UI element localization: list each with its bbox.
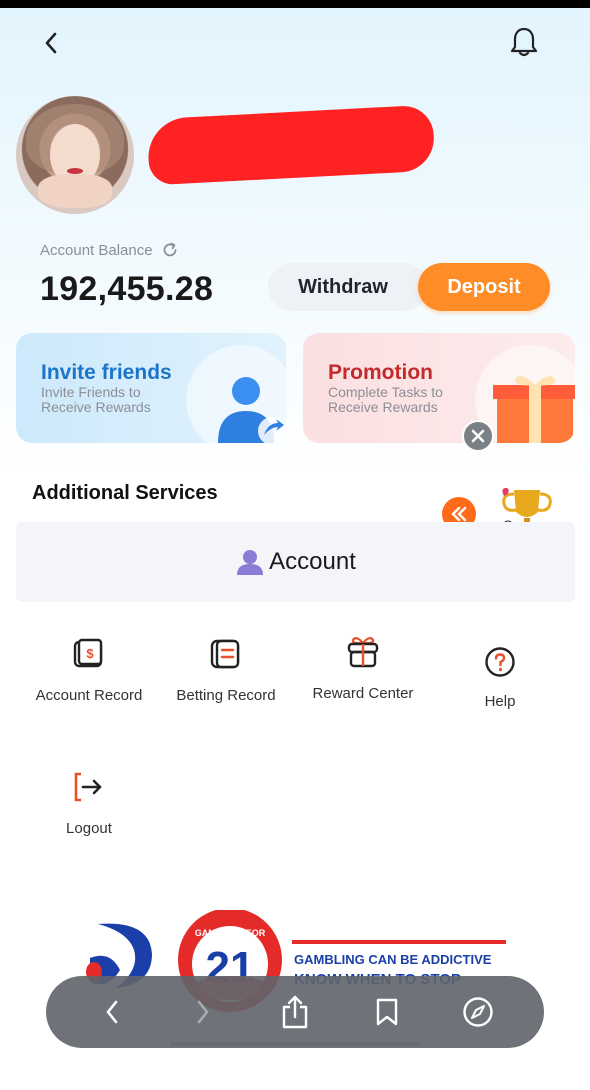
compass-button[interactable] bbox=[454, 988, 502, 1036]
notifications-button[interactable] bbox=[506, 24, 542, 60]
user-icon bbox=[237, 550, 264, 575]
double-chevron-left-icon bbox=[451, 506, 467, 522]
gift-box-icon bbox=[493, 376, 575, 443]
betting-record-item[interactable]: Betting Record bbox=[171, 637, 281, 705]
person-share-icon bbox=[218, 377, 286, 443]
gift-icon bbox=[347, 636, 379, 668]
avatar[interactable] bbox=[16, 96, 134, 214]
account-record-item[interactable]: $ Account Record bbox=[34, 637, 144, 705]
invite-card-title: Invite friends bbox=[41, 361, 172, 384]
account-panel-label: Account bbox=[269, 548, 356, 575]
share-icon bbox=[282, 995, 308, 1029]
betting-record-label: Betting Record bbox=[176, 687, 276, 704]
browser-toolbar bbox=[46, 976, 544, 1048]
promotion-card[interactable]: Promotion Complete Tasks to Receive Rewa… bbox=[303, 333, 575, 443]
chevron-right-icon bbox=[198, 1000, 209, 1024]
invite-card-subtitle: Invite Friends to Receive Rewards bbox=[41, 384, 151, 415]
help-item[interactable]: Help bbox=[445, 645, 555, 711]
help-label: Help bbox=[484, 693, 516, 710]
compass-icon bbox=[463, 997, 493, 1027]
browser-forward-button[interactable] bbox=[179, 988, 227, 1036]
account-panel: Account bbox=[16, 522, 575, 602]
bell-icon bbox=[510, 27, 538, 57]
close-icon bbox=[471, 429, 485, 443]
logout-label: Logout bbox=[66, 820, 112, 837]
section-title: Additional Services bbox=[32, 482, 218, 504]
chevron-left-icon bbox=[45, 32, 57, 54]
deposit-button[interactable]: Deposit bbox=[418, 263, 550, 311]
receipt-icon bbox=[210, 639, 240, 669]
bookmark-button[interactable] bbox=[363, 988, 411, 1036]
share-button[interactable] bbox=[271, 988, 319, 1036]
svg-text:$: $ bbox=[86, 646, 94, 661]
status-bar bbox=[0, 0, 590, 8]
wallet-dollar-icon: $ bbox=[73, 638, 103, 668]
balance-value: 192,455.28 bbox=[40, 270, 214, 308]
refresh-icon[interactable] bbox=[161, 241, 179, 259]
reward-center-label: Reward Center bbox=[312, 685, 414, 702]
balance-label: Account Balance bbox=[40, 241, 153, 259]
bookmark-icon bbox=[376, 998, 397, 1026]
logout-item[interactable]: Logout bbox=[34, 770, 144, 838]
promo-card-subtitle: Complete Tasks to Receive Rewards bbox=[328, 384, 443, 415]
withdraw-button[interactable]: Withdraw bbox=[268, 263, 428, 311]
balance-label-row: Account Balance bbox=[40, 241, 179, 259]
reward-center-item[interactable]: Reward Center bbox=[308, 635, 418, 703]
promo-close-button[interactable] bbox=[462, 420, 494, 452]
banner-line-1: GAMBLING CAN BE ADDICTIVE bbox=[294, 952, 492, 967]
browser-back-button[interactable] bbox=[88, 988, 136, 1036]
promo-card-title: Promotion bbox=[328, 361, 433, 384]
invite-friends-card[interactable]: Invite friends Invite Friends to Receive… bbox=[16, 333, 286, 443]
account-record-label: Account Record bbox=[35, 687, 143, 704]
back-button[interactable] bbox=[36, 28, 66, 58]
question-circle-icon bbox=[485, 647, 515, 677]
badge-top-text: GAMBLING FOR bbox=[195, 928, 266, 938]
logout-icon bbox=[74, 772, 102, 802]
chevron-left-icon bbox=[106, 1000, 118, 1024]
